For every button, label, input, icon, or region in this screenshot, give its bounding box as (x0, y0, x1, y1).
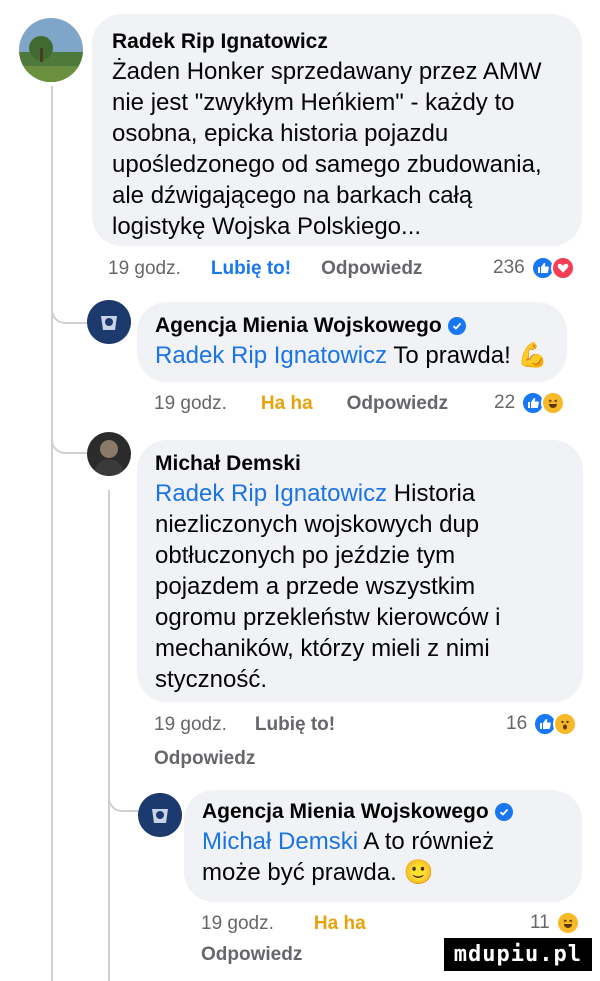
comment-meta-reply: Odpowiedz (201, 944, 302, 966)
haha-button[interactable]: Ha ha (261, 393, 313, 415)
reaction-count: 22 (494, 392, 516, 413)
like-button[interactable]: Lubię to! (211, 258, 291, 280)
emoji: 💪 (517, 342, 548, 369)
reply-button[interactable]: Odpowiedz (347, 393, 448, 415)
mention-link[interactable]: Radek Rip Ignatowicz (155, 342, 387, 369)
watermark: mdupiu.pl (443, 938, 592, 971)
amw-logo-icon (87, 300, 131, 344)
comment-author[interactable]: Michał Demski (155, 450, 565, 478)
avatar[interactable] (87, 300, 131, 344)
comment-meta: 19 godz. Ha ha Odpowiedz (154, 393, 448, 415)
comment-text: Żaden Honker sprzedawany przez AMW nie j… (112, 58, 542, 240)
reaction-count: 236 (493, 257, 525, 278)
comment-meta: 19 godz. Lubię to! Odpowiedz (108, 258, 422, 280)
thread-line-main (51, 86, 53, 981)
wow-icon (553, 712, 578, 736)
haha-icon (555, 911, 580, 935)
thread-branch (51, 430, 87, 454)
comment-time[interactable]: 19 godz. (108, 258, 181, 280)
emoji: 🙂 (403, 859, 434, 886)
verified-badge-icon (447, 317, 466, 335)
comment-bubble: Michał Demski Radek Rip Ignatowicz Histo… (137, 440, 583, 702)
comment-bubble: Agencja Mienia Wojskowego Michał Demski … (184, 790, 582, 902)
comment-time[interactable]: 19 godz. (154, 393, 227, 415)
like-button[interactable]: Lubię to! (255, 714, 335, 736)
comment-bubble: Agencja Mienia Wojskowego Radek Rip Igna… (137, 302, 567, 382)
thread-line-sub (108, 490, 110, 981)
profile-photo-icon (19, 18, 83, 82)
thread-branch (108, 790, 138, 812)
avatar[interactable] (138, 793, 182, 837)
comment-time[interactable]: 19 godz. (201, 913, 274, 935)
haha-button[interactable]: Ha ha (314, 913, 366, 935)
profile-photo-icon (87, 432, 131, 476)
comment-author[interactable]: Radek Rip Ignatowicz (112, 28, 562, 56)
comment-text: Radek Rip Ignatowicz Historia niezliczon… (155, 480, 501, 693)
reaction-count: 11 (530, 912, 550, 933)
comment-meta-reply: Odpowiedz (154, 748, 255, 770)
reaction-summary[interactable]: 16 (506, 712, 578, 736)
comment-meta: 19 godz. Ha ha (201, 913, 366, 935)
comment-author: Agencja Mienia Wojskowego (202, 798, 564, 826)
thread-branch (51, 300, 87, 324)
author-name[interactable]: Agencja Mienia Wojskowego (155, 312, 442, 340)
reaction-summary[interactable]: 236 (493, 256, 575, 280)
mention-link[interactable]: Radek Rip Ignatowicz (155, 480, 387, 507)
author-name[interactable]: Agencja Mienia Wojskowego (202, 798, 489, 826)
reaction-summary[interactable]: 22 (494, 391, 566, 415)
comment-bubble: Radek Rip Ignatowicz Żaden Honker sprzed… (92, 14, 582, 246)
reply-button[interactable]: Odpowiedz (201, 944, 302, 966)
reaction-count: 16 (506, 713, 528, 734)
comment-author: Agencja Mienia Wojskowego (155, 312, 549, 340)
comment-time[interactable]: 19 godz. (154, 714, 227, 736)
avatar[interactable] (19, 18, 83, 82)
reply-button[interactable]: Odpowiedz (321, 258, 422, 280)
mention-link[interactable]: Michał Demski (202, 828, 358, 855)
reply-button[interactable]: Odpowiedz (154, 748, 255, 770)
haha-icon (541, 391, 566, 415)
amw-logo-icon (138, 793, 182, 837)
comment-meta: 19 godz. Lubię to! (154, 714, 335, 736)
comment-text: Michał Demski A to również może być praw… (202, 828, 495, 886)
reaction-summary[interactable]: 11 (530, 911, 580, 935)
avatar[interactable] (87, 432, 131, 476)
love-icon (550, 256, 575, 280)
verified-badge-icon (494, 803, 513, 821)
comment-text: Radek Rip Ignatowicz To prawda! 💪 (155, 342, 548, 369)
